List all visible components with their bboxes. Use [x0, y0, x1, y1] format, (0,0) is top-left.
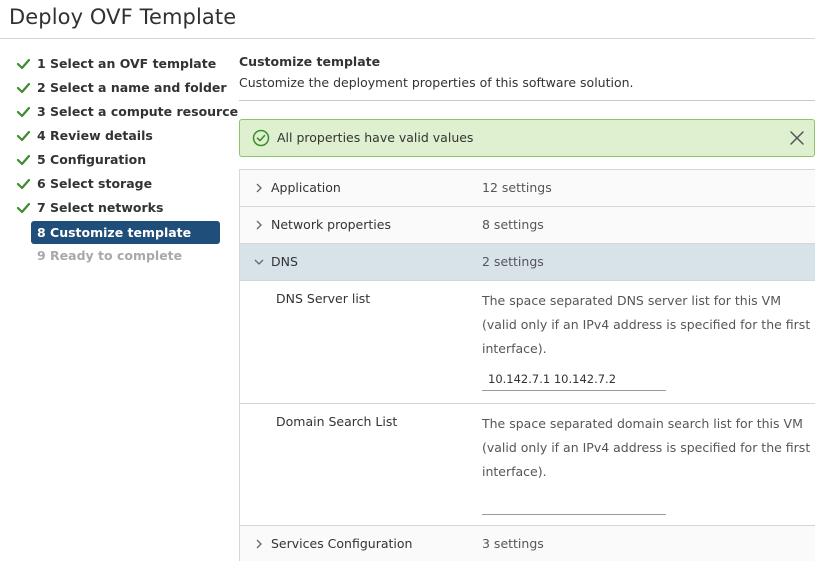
property-dns-server-list: DNS Server list The space separated DNS … [240, 281, 815, 404]
group-row-dns[interactable]: DNS 2 settings [240, 244, 815, 281]
property-description: The space separated DNS server list for … [482, 293, 811, 356]
main-header: Customize template Customize the deploym… [239, 52, 815, 101]
step-3[interactable]: 3 Select a compute resource [14, 100, 238, 124]
wizard-steps: 1 Select an OVF template 2 Select a name… [14, 52, 238, 268]
step-label: 3 Select a compute resource [37, 104, 239, 119]
step-5[interactable]: 5 Configuration [14, 148, 224, 172]
group-count: 3 settings [482, 536, 544, 551]
group-label: Network properties [271, 217, 391, 232]
step-label: 9 Ready to complete [37, 248, 183, 263]
page-description: Customize the deployment properties of t… [239, 75, 634, 90]
group-count: 12 settings [482, 180, 552, 195]
step-label: 6 Select storage [37, 176, 153, 191]
step-2[interactable]: 2 Select a name and folder [14, 76, 227, 100]
step-9: 9 Ready to complete [14, 244, 224, 268]
group-label: DNS [271, 254, 298, 269]
close-icon[interactable] [788, 129, 806, 147]
step-8-current[interactable]: 8 Customize template [31, 221, 220, 244]
check-icon [16, 106, 30, 118]
header-divider [239, 100, 815, 101]
chevron-right-icon[interactable] [253, 538, 265, 550]
window-title: Deploy OVF Template [9, 5, 237, 29]
check-icon [16, 178, 30, 190]
validation-alert: All properties have valid values [239, 119, 815, 157]
chevron-down-icon[interactable] [253, 256, 265, 268]
group-label: Services Configuration [271, 536, 413, 551]
step-7[interactable]: 7 Select networks [14, 196, 224, 220]
step-label: 8 Customize template [37, 225, 192, 240]
check-icon [16, 154, 30, 166]
step-label: 5 Configuration [37, 152, 147, 167]
check-icon [16, 130, 30, 142]
group-label: Application [271, 180, 341, 195]
step-1[interactable]: 1 Select an OVF template [14, 52, 224, 76]
property-description: The space separated domain search list f… [482, 416, 811, 479]
dns-server-list-input[interactable] [482, 367, 666, 391]
group-row-application[interactable]: Application 12 settings [240, 170, 815, 207]
step-4[interactable]: 4 Review details [14, 124, 224, 148]
property-domain-search-list: Domain Search List The space separated d… [240, 404, 815, 526]
group-row-network-properties[interactable]: Network properties 8 settings [240, 207, 815, 244]
properties-grid: Application 12 settings Network properti… [239, 169, 815, 561]
group-count: 2 settings [482, 254, 544, 269]
check-circle-icon [252, 129, 270, 147]
group-count: 8 settings [482, 217, 544, 232]
step-6[interactable]: 6 Select storage [14, 172, 224, 196]
alert-message: All properties have valid values [277, 130, 474, 145]
step-label: 7 Select networks [37, 200, 164, 215]
chevron-right-icon[interactable] [253, 219, 265, 231]
page-heading: Customize template [239, 54, 381, 69]
step-label: 4 Review details [37, 128, 153, 143]
check-icon [16, 58, 30, 70]
step-label: 2 Select a name and folder [37, 80, 227, 95]
title-divider [0, 38, 815, 39]
domain-search-list-input[interactable] [482, 491, 666, 515]
property-name: Domain Search List [276, 414, 398, 429]
group-row-services-configuration[interactable]: Services Configuration 3 settings [240, 526, 815, 561]
property-name: DNS Server list [276, 291, 371, 306]
check-icon [16, 202, 30, 214]
chevron-right-icon[interactable] [253, 182, 265, 194]
check-icon [16, 82, 30, 94]
step-label: 1 Select an OVF template [37, 56, 217, 71]
